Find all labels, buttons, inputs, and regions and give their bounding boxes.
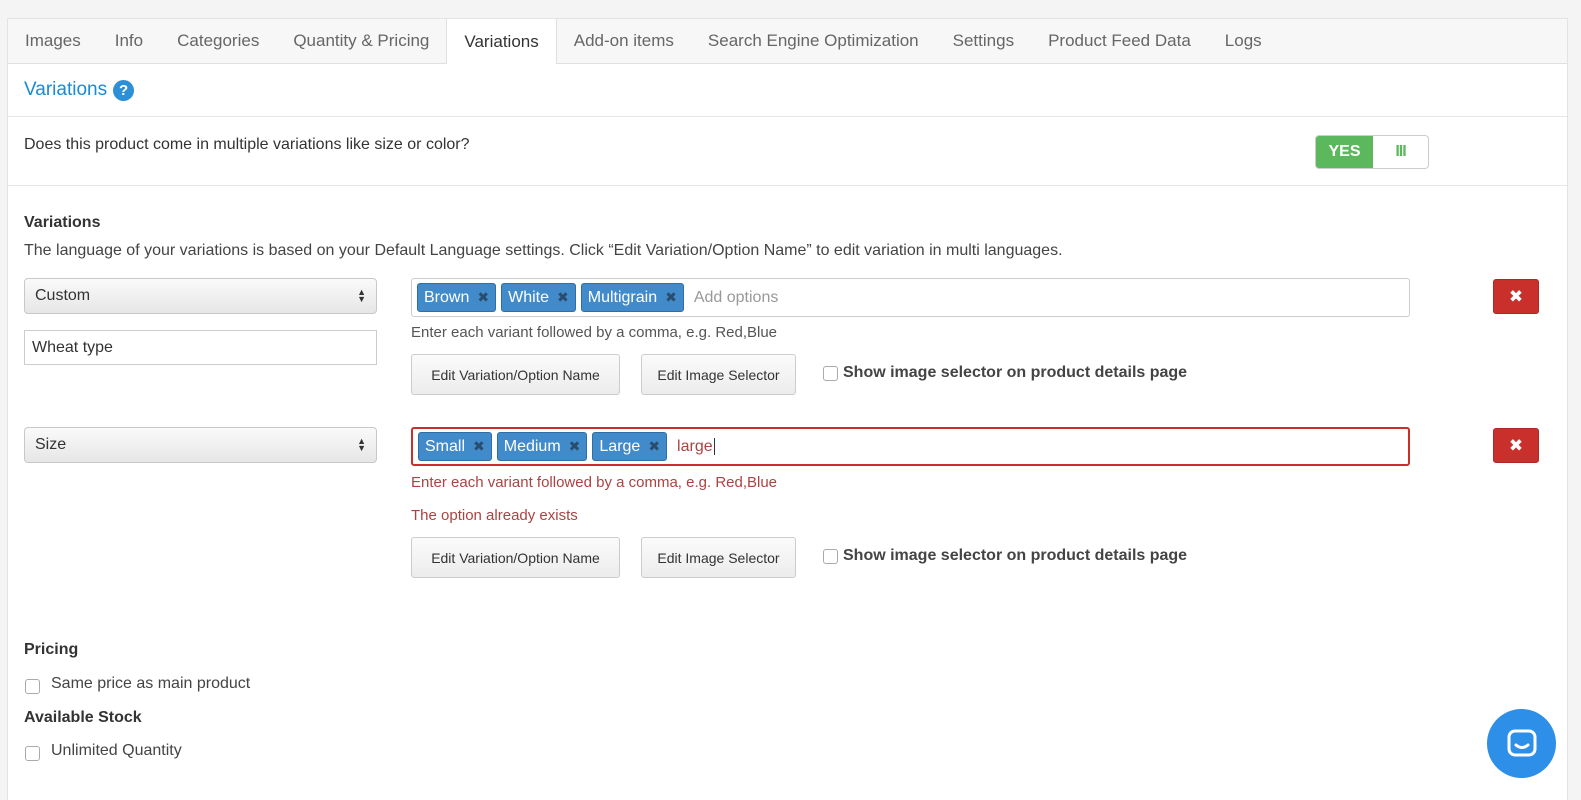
option-tag: Brown ✖ xyxy=(417,283,497,312)
help-icon[interactable]: ? xyxy=(113,79,135,101)
section-title: Variations ? xyxy=(24,79,135,101)
variation-type-select[interactable]: Size ▲ ▼ xyxy=(24,427,377,463)
tag-label: Large xyxy=(599,437,641,455)
remove-tag-icon[interactable]: ✖ xyxy=(557,289,569,306)
toggle-yes-label: YES xyxy=(1316,136,1373,168)
toggle-handle-icon[interactable]: III xyxy=(1373,136,1428,168)
unlimited-quantity-label: Unlimited Quantity xyxy=(51,742,182,759)
same-price-checkbox[interactable] xyxy=(25,679,40,694)
option-tag: Medium ✖ xyxy=(496,432,588,461)
divider xyxy=(8,185,1567,186)
show-image-selector-checkbox[interactable] xyxy=(823,366,838,381)
option-tag: Large ✖ xyxy=(592,432,668,461)
tab-info[interactable]: Info xyxy=(98,19,160,63)
options-hint: Enter each variant followed by a comma, … xyxy=(411,324,778,341)
option-tag: White ✖ xyxy=(501,283,576,312)
tag-label: White xyxy=(508,288,549,306)
option-tag: Small ✖ xyxy=(418,432,492,461)
select-arrows-icon: ▲ ▼ xyxy=(357,287,366,304)
tab-logs[interactable]: Logs xyxy=(1208,19,1279,63)
remove-tag-icon[interactable]: ✖ xyxy=(569,438,581,455)
remove-tag-icon[interactable]: ✖ xyxy=(648,438,660,455)
tag-label: Medium xyxy=(503,437,561,455)
edit-image-selector-button[interactable]: Edit Image Selector xyxy=(641,537,796,578)
variations-toggle[interactable]: YES III xyxy=(1315,135,1429,169)
option-exists-error: The option already exists xyxy=(411,507,578,524)
options-tag-input[interactable]: Brown ✖ White ✖ Multigrain ✖ Add options xyxy=(411,278,1410,317)
remove-tag-icon[interactable]: ✖ xyxy=(477,289,489,306)
tag-label: Small xyxy=(425,437,466,455)
tab-seo[interactable]: Search Engine Optimization xyxy=(691,19,936,63)
text-caret xyxy=(713,437,715,455)
tag-label: Brown xyxy=(424,288,470,306)
remove-tag-icon[interactable]: ✖ xyxy=(665,289,677,306)
delete-variation-button[interactable]: ✖ xyxy=(1493,428,1539,463)
product-edit-panel: Images Info Categories Quantity & Pricin… xyxy=(7,18,1568,800)
add-options-input[interactable]: large xyxy=(677,438,715,456)
options-tag-input[interactable]: Small ✖ Medium ✖ Large ✖ large xyxy=(411,427,1410,466)
section-title-text: Variations xyxy=(24,79,108,100)
tab-images[interactable]: Images xyxy=(8,19,98,63)
divider xyxy=(8,116,1567,117)
select-value: Custom xyxy=(35,287,91,304)
available-stock-heading: Available Stock xyxy=(24,709,142,726)
variations-description: The language of your variations is based… xyxy=(24,242,1063,259)
variations-heading: Variations xyxy=(24,214,101,231)
select-value: Size xyxy=(35,436,67,453)
show-image-selector-label: Show image selector on product details p… xyxy=(843,547,1188,564)
unlimited-quantity-checkbox[interactable] xyxy=(25,746,40,761)
tag-label: Multigrain xyxy=(587,288,658,306)
tab-variations[interactable]: Variations xyxy=(446,19,557,64)
variations-question: Does this product come in multiple varia… xyxy=(24,136,470,153)
options-hint: Enter each variant followed by a comma, … xyxy=(411,474,778,491)
edit-variation-name-button[interactable]: Edit Variation/Option Name xyxy=(411,537,620,578)
typed-value: large xyxy=(677,437,713,455)
delete-variation-button[interactable]: ✖ xyxy=(1493,279,1539,314)
variation-type-select[interactable]: Custom ▲ ▼ xyxy=(24,278,377,314)
same-price-label: Same price as main product xyxy=(51,675,251,692)
pricing-heading: Pricing xyxy=(24,641,79,658)
chat-launcher-icon[interactable] xyxy=(1487,709,1556,778)
tab-product-feed-data[interactable]: Product Feed Data xyxy=(1031,19,1208,63)
edit-image-selector-button[interactable]: Edit Image Selector xyxy=(641,354,796,395)
option-tag: Multigrain ✖ xyxy=(580,283,684,312)
select-arrows-icon: ▲ ▼ xyxy=(357,436,366,453)
tab-bar: Images Info Categories Quantity & Pricin… xyxy=(8,19,1567,64)
add-options-input[interactable]: Add options xyxy=(694,289,779,307)
show-image-selector-label: Show image selector on product details p… xyxy=(843,364,1188,381)
remove-tag-icon[interactable]: ✖ xyxy=(473,438,485,455)
chat-bubble-icon xyxy=(1507,729,1536,756)
tab-settings[interactable]: Settings xyxy=(936,19,1031,63)
tab-quantity-pricing[interactable]: Quantity & Pricing xyxy=(276,19,446,63)
show-image-selector-checkbox[interactable] xyxy=(823,549,838,564)
tab-categories[interactable]: Categories xyxy=(160,19,276,63)
tab-add-on-items[interactable]: Add-on items xyxy=(557,19,691,63)
custom-variation-name-input[interactable]: Wheat type xyxy=(24,330,377,365)
edit-variation-name-button[interactable]: Edit Variation/Option Name xyxy=(411,354,620,395)
